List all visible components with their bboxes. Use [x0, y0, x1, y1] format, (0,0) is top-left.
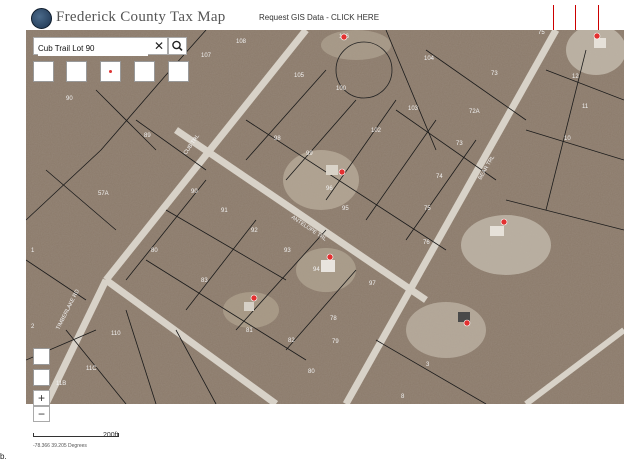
request-gis-link[interactable]: Request GIS Data - CLICK HERE — [259, 13, 379, 22]
svg-text:90: 90 — [66, 96, 73, 102]
svg-text:12: 12 — [572, 74, 579, 80]
svg-text:80: 80 — [151, 248, 158, 254]
svg-text:75: 75 — [424, 206, 431, 212]
frame-line — [598, 5, 599, 31]
crosshair-icon — [109, 70, 112, 73]
house-icon — [244, 302, 254, 311]
zoom-out-button[interactable]: − — [33, 406, 50, 422]
house-icon — [321, 260, 335, 272]
map-view[interactable]: 90 89 57A 90 91 92 93 94 95 96 97 98 99 … — [26, 30, 624, 404]
svg-text:102: 102 — [371, 128, 382, 134]
aerial-map[interactable]: 90 89 57A 90 91 92 93 94 95 96 97 98 99 … — [26, 30, 624, 404]
tool-button-5[interactable] — [168, 61, 189, 82]
tool-button-1[interactable] — [33, 61, 54, 82]
svg-text:73: 73 — [491, 71, 498, 77]
svg-text:105: 105 — [294, 73, 305, 79]
pin-icon — [593, 32, 601, 40]
search-icon — [172, 40, 183, 51]
svg-text:107: 107 — [201, 53, 212, 59]
app-title: Frederick County Tax Map — [56, 9, 226, 25]
zoom-in-button[interactable]: + — [33, 390, 50, 406]
scale-label: 200ft — [103, 432, 119, 439]
frame-line — [575, 5, 576, 31]
tool-button-4[interactable] — [134, 61, 155, 82]
search-box[interactable]: ✕ — [33, 37, 168, 56]
svg-text:79: 79 — [332, 339, 339, 345]
tool-button-2[interactable] — [66, 61, 87, 82]
svg-text:108: 108 — [236, 39, 247, 45]
svg-text:11: 11 — [582, 104, 589, 110]
house-icon — [490, 226, 504, 236]
svg-text:100: 100 — [336, 86, 347, 92]
pin-icon — [500, 218, 508, 226]
svg-text:96: 96 — [326, 186, 333, 192]
svg-text:89: 89 — [144, 133, 151, 139]
svg-text:78: 78 — [330, 316, 337, 322]
svg-text:75: 75 — [538, 30, 545, 36]
svg-text:80: 80 — [308, 369, 315, 375]
svg-text:110: 110 — [111, 331, 121, 337]
tool-button-3[interactable] — [100, 61, 121, 82]
pin-icon — [338, 168, 346, 176]
svg-text:11B: 11B — [56, 381, 66, 387]
svg-text:91: 91 — [221, 208, 228, 214]
search-input[interactable] — [38, 41, 148, 56]
svg-text:82: 82 — [288, 338, 295, 344]
pin-icon — [463, 319, 471, 327]
svg-text:11C: 11C — [86, 366, 97, 372]
svg-text:76: 76 — [423, 240, 430, 246]
header-bar: Frederick County Tax Map Request GIS Dat… — [0, 0, 640, 34]
frame-line — [553, 5, 554, 31]
svg-text:97: 97 — [369, 281, 376, 287]
layer-button[interactable] — [33, 348, 50, 365]
coordinate-readout: -78.366 39.205 Degrees — [33, 443, 87, 449]
svg-text:81: 81 — [246, 328, 253, 334]
house-icon — [326, 165, 338, 175]
svg-text:93: 93 — [284, 248, 291, 254]
pin-icon — [326, 253, 334, 261]
svg-text:98: 98 — [274, 136, 281, 142]
svg-text:103: 103 — [408, 106, 419, 112]
svg-text:90: 90 — [191, 189, 198, 195]
clear-icon[interactable]: ✕ — [154, 39, 164, 53]
search-button[interactable] — [168, 37, 187, 55]
svg-text:83: 83 — [201, 278, 208, 284]
svg-text:74: 74 — [436, 174, 443, 180]
svg-text:95: 95 — [342, 206, 349, 212]
svg-text:73: 73 — [456, 141, 463, 147]
county-seal-icon — [31, 8, 52, 29]
svg-text:104: 104 — [424, 56, 435, 62]
svg-text:72A: 72A — [469, 109, 480, 115]
svg-text:10: 10 — [564, 136, 571, 142]
svg-text:92: 92 — [251, 228, 258, 234]
svg-text:94: 94 — [313, 267, 320, 273]
basemap-button[interactable] — [33, 369, 50, 386]
pin-icon — [250, 294, 258, 302]
svg-text:57A: 57A — [98, 191, 109, 197]
svg-text:99: 99 — [306, 151, 313, 157]
house-icon — [594, 38, 606, 48]
pin-icon — [340, 33, 348, 41]
